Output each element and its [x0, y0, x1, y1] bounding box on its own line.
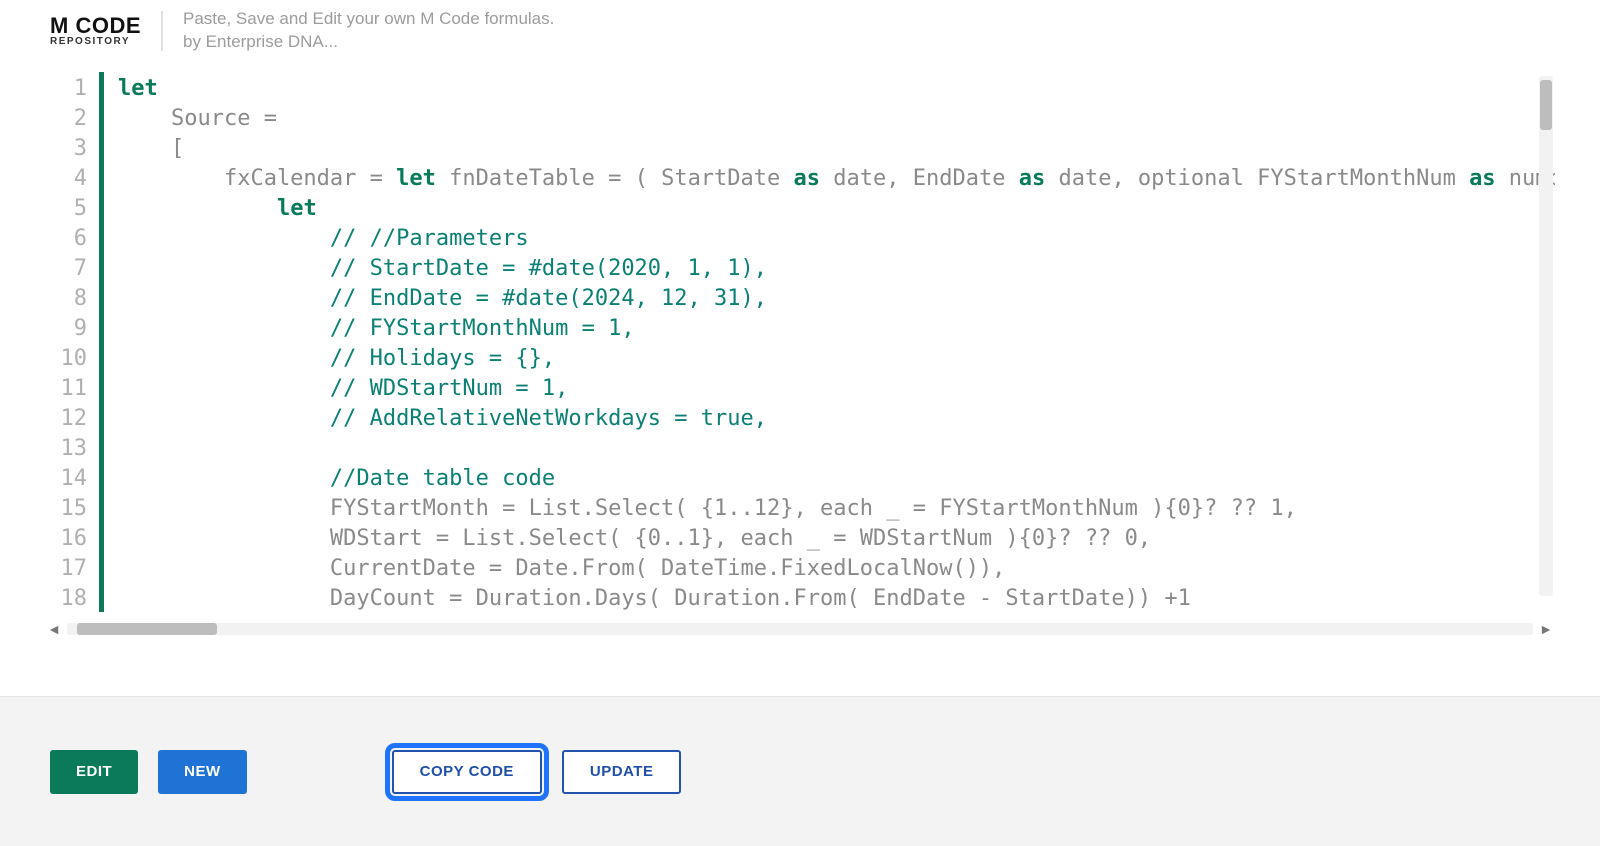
- code-content[interactable]: let Source = [ fxCalendar = let fnDateTa…: [118, 72, 1555, 612]
- line-number-gutter: 123456789101112131415161718: [45, 72, 95, 612]
- line-number: 11: [45, 374, 95, 404]
- horizontal-scrollbar-row: ◄ ►: [45, 616, 1555, 642]
- line-number: 5: [45, 194, 95, 224]
- code-line[interactable]: [118, 434, 1555, 464]
- line-number: 17: [45, 554, 95, 584]
- code-line[interactable]: // FYStartMonthNum = 1,: [118, 314, 1555, 344]
- code-line[interactable]: FYStartMonth = List.Select( {1..12}, eac…: [118, 494, 1555, 524]
- line-number: 2: [45, 104, 95, 134]
- vertical-scrollbar[interactable]: [1539, 76, 1553, 596]
- code-line[interactable]: fxCalendar = let fnDateTable = ( StartDa…: [118, 164, 1555, 194]
- logo-title: M CODE: [50, 15, 141, 37]
- scroll-right-icon[interactable]: ►: [1537, 620, 1555, 638]
- code-line[interactable]: // AddRelativeNetWorkdays = true,: [118, 404, 1555, 434]
- code-line[interactable]: // EndDate = #date(2024, 12, 31),: [118, 284, 1555, 314]
- code-line[interactable]: // //Parameters: [118, 224, 1555, 254]
- tagline-line-2: by Enterprise DNA...: [183, 31, 554, 54]
- horizontal-scrollbar[interactable]: [67, 623, 1533, 635]
- tagline: Paste, Save and Edit your own M Code for…: [163, 8, 554, 54]
- line-number: 12: [45, 404, 95, 434]
- scroll-left-icon[interactable]: ◄: [45, 620, 63, 638]
- vertical-scroll-thumb[interactable]: [1540, 80, 1552, 130]
- edit-button[interactable]: EDIT: [50, 750, 138, 794]
- code-line[interactable]: CurrentDate = Date.From( DateTime.FixedL…: [118, 554, 1555, 584]
- code-line[interactable]: [: [118, 134, 1555, 164]
- new-button[interactable]: NEW: [158, 750, 247, 794]
- line-number: 15: [45, 494, 95, 524]
- code-line[interactable]: Source =: [118, 104, 1555, 134]
- action-toolbar: EDIT NEW COPY CODE UPDATE: [0, 696, 1600, 846]
- code-line[interactable]: DayCount = Duration.Days( Duration.From(…: [118, 584, 1555, 612]
- update-button[interactable]: UPDATE: [562, 750, 682, 794]
- code-line[interactable]: let: [118, 74, 1555, 104]
- gutter-rule: [99, 72, 104, 612]
- line-number: 3: [45, 134, 95, 164]
- line-number: 18: [45, 584, 95, 612]
- tagline-line-1: Paste, Save and Edit your own M Code for…: [183, 8, 554, 31]
- code-line[interactable]: // StartDate = #date(2020, 1, 1),: [118, 254, 1555, 284]
- app-logo: M CODE REPOSITORY: [50, 11, 163, 51]
- code-editor[interactable]: 123456789101112131415161718 let Source =…: [45, 72, 1555, 642]
- header: M CODE REPOSITORY Paste, Save and Edit y…: [0, 0, 1600, 62]
- horizontal-scroll-thumb[interactable]: [77, 623, 217, 635]
- code-line[interactable]: //Date table code: [118, 464, 1555, 494]
- line-number: 6: [45, 224, 95, 254]
- code-line[interactable]: // WDStartNum = 1,: [118, 374, 1555, 404]
- code-line[interactable]: let: [118, 194, 1555, 224]
- line-number: 8: [45, 284, 95, 314]
- line-number: 10: [45, 344, 95, 374]
- line-number: 14: [45, 464, 95, 494]
- copy-code-button[interactable]: COPY CODE: [392, 750, 542, 794]
- code-line[interactable]: // Holidays = {},: [118, 344, 1555, 374]
- logo-subtitle: REPOSITORY: [50, 37, 141, 47]
- line-number: 16: [45, 524, 95, 554]
- line-number: 4: [45, 164, 95, 194]
- line-number: 9: [45, 314, 95, 344]
- code-line[interactable]: WDStart = List.Select( {0..1}, each _ = …: [118, 524, 1555, 554]
- line-number: 7: [45, 254, 95, 284]
- line-number: 1: [45, 74, 95, 104]
- line-number: 13: [45, 434, 95, 464]
